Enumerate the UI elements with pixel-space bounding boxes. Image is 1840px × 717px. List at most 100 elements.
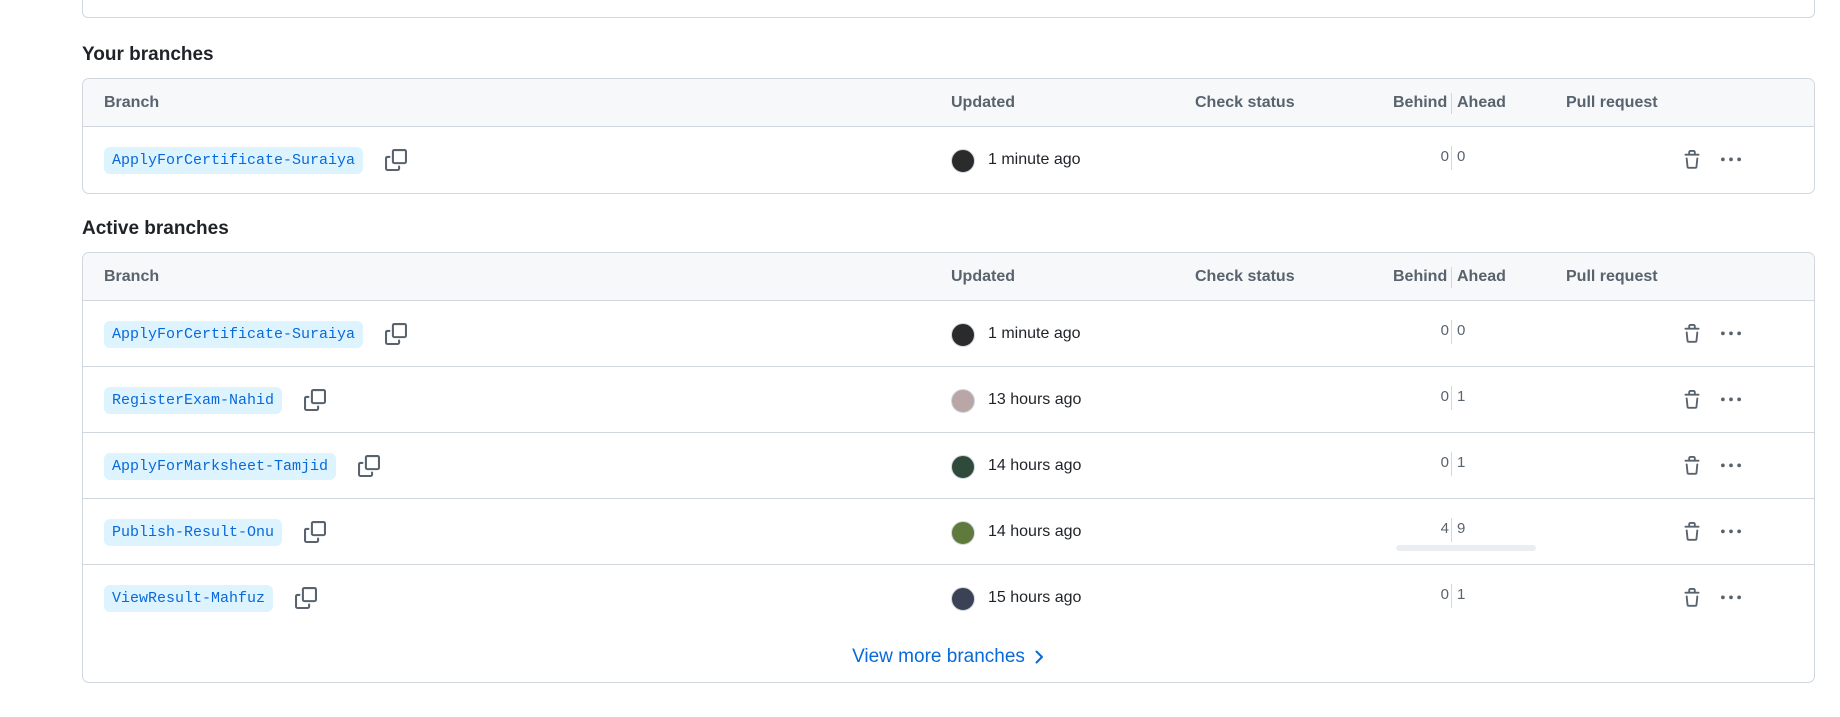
avatar[interactable]	[951, 455, 975, 479]
column-header-check-status: Check status	[1195, 268, 1295, 285]
view-more-branches-link[interactable]: View more branches	[852, 646, 1045, 668]
updated-time: 14 hours ago	[988, 457, 1082, 474]
avatar[interactable]	[951, 389, 975, 413]
copy-branch-name-button[interactable]	[354, 451, 384, 481]
behind-count: 0	[1440, 322, 1449, 339]
table-row: Publish-Result-Onu 14 hours ago 4 9	[83, 499, 1814, 565]
behind-ahead-bar	[1396, 545, 1536, 551]
branch-name-link[interactable]: RegisterExam-Nahid	[104, 387, 283, 414]
column-header-branch: Branch	[104, 268, 160, 285]
copy-icon	[358, 455, 380, 477]
copy-branch-name-button[interactable]	[381, 319, 411, 349]
copy-icon	[295, 587, 317, 609]
behind-ahead-divider	[1451, 267, 1452, 288]
active-branches-table: Branch Updated Check status Behind Ahead…	[82, 252, 1815, 683]
branch-name-link[interactable]: Publish-Result-Onu	[104, 519, 283, 546]
copy-icon	[385, 149, 407, 171]
table-row: RegisterExam-Nahid 13 hours ago 0 1	[83, 367, 1814, 433]
branch-name-link[interactable]: ViewResult-Mahfuz	[104, 585, 274, 612]
trash-icon	[1682, 588, 1702, 608]
avatar[interactable]	[951, 149, 975, 173]
behind-ahead-divider	[1451, 93, 1452, 114]
delete-branch-button[interactable]	[1679, 387, 1705, 413]
avatar[interactable]	[951, 323, 975, 347]
delete-branch-button[interactable]	[1679, 453, 1705, 479]
more-options-button[interactable]	[1716, 453, 1746, 479]
column-header-ahead: Ahead	[1457, 268, 1506, 285]
kebab-horizontal-icon	[1719, 522, 1743, 542]
table-row: ApplyForMarksheet-Tamjid 14 hours ago 0 1	[83, 433, 1814, 499]
column-header-ahead: Ahead	[1457, 94, 1506, 111]
trash-icon	[1682, 390, 1702, 410]
more-options-button[interactable]	[1716, 387, 1746, 413]
table-header: Branch Updated Check status Behind Ahead…	[83, 79, 1814, 127]
table-header: Branch Updated Check status Behind Ahead…	[83, 253, 1814, 301]
behind-count: 0	[1440, 454, 1449, 471]
column-header-updated: Updated	[951, 268, 1015, 285]
branch-name-link[interactable]: ApplyForCertificate-Suraiya	[104, 321, 364, 348]
behind-ahead-divider	[1451, 518, 1452, 542]
column-header-behind: Behind	[1393, 94, 1448, 111]
behind-count: 0	[1440, 388, 1449, 405]
delete-branch-button[interactable]	[1679, 321, 1705, 347]
delete-branch-button[interactable]	[1679, 519, 1705, 545]
ahead-count: 1	[1457, 586, 1466, 603]
trash-icon	[1682, 456, 1702, 476]
trash-icon	[1682, 522, 1702, 542]
delete-branch-button[interactable]	[1679, 585, 1705, 611]
view-more-label: View more branches	[852, 645, 1025, 667]
ahead-count: 0	[1457, 322, 1466, 339]
active-branches-title: Active branches	[82, 218, 229, 239]
copy-branch-name-button[interactable]	[291, 583, 321, 613]
avatar[interactable]	[951, 587, 975, 611]
copy-icon	[304, 521, 326, 543]
behind-ahead-divider	[1451, 146, 1452, 170]
kebab-horizontal-icon	[1719, 324, 1743, 344]
updated-time: 15 hours ago	[988, 589, 1082, 606]
column-header-branch: Branch	[104, 94, 160, 111]
table-row: ApplyForCertificate-Suraiya 1 minute ago 0…	[83, 127, 1814, 193]
view-more-row: View more branches	[83, 631, 1814, 682]
updated-time: 1 minute ago	[988, 151, 1081, 168]
your-branches-title: Your branches	[82, 44, 214, 65]
table-row: ApplyForCertificate-Suraiya 1 minute ago 0…	[83, 301, 1814, 367]
avatar[interactable]	[951, 521, 975, 545]
column-header-behind: Behind	[1393, 268, 1448, 285]
column-header-pull-request: Pull request	[1566, 268, 1658, 285]
kebab-horizontal-icon	[1719, 456, 1743, 476]
behind-ahead-divider	[1451, 584, 1452, 608]
more-options-button[interactable]	[1716, 585, 1746, 611]
more-options-button[interactable]	[1716, 519, 1746, 545]
behind-count: 0	[1440, 148, 1449, 165]
previous-section-box	[82, 0, 1815, 18]
kebab-horizontal-icon	[1719, 588, 1743, 608]
copy-icon	[385, 323, 407, 345]
branch-name-link[interactable]: ApplyForMarksheet-Tamjid	[104, 453, 337, 480]
behind-ahead-divider	[1451, 386, 1452, 410]
ahead-count: 1	[1457, 454, 1466, 471]
behind-ahead-divider	[1451, 320, 1452, 344]
behind-count: 4	[1440, 520, 1449, 537]
updated-time: 13 hours ago	[988, 391, 1082, 408]
chevron-right-icon	[1035, 650, 1043, 663]
behind-ahead-divider	[1451, 452, 1452, 476]
table-row: ViewResult-Mahfuz 15 hours ago 0 1	[83, 565, 1814, 631]
updated-time: 1 minute ago	[988, 325, 1081, 342]
ahead-count: 0	[1457, 148, 1466, 165]
column-header-check-status: Check status	[1195, 94, 1295, 111]
kebab-horizontal-icon	[1719, 150, 1743, 170]
trash-icon	[1682, 150, 1702, 170]
more-options-button[interactable]	[1716, 147, 1746, 173]
more-options-button[interactable]	[1716, 321, 1746, 347]
ahead-count: 1	[1457, 388, 1466, 405]
copy-branch-name-button[interactable]	[381, 145, 411, 175]
column-header-pull-request: Pull request	[1566, 94, 1658, 111]
copy-branch-name-button[interactable]	[300, 517, 330, 547]
branch-name-link[interactable]: ApplyForCertificate-Suraiya	[104, 147, 364, 174]
copy-icon	[304, 389, 326, 411]
delete-branch-button[interactable]	[1679, 147, 1705, 173]
kebab-horizontal-icon	[1719, 390, 1743, 410]
copy-branch-name-button[interactable]	[300, 385, 330, 415]
column-header-updated: Updated	[951, 94, 1015, 111]
trash-icon	[1682, 324, 1702, 344]
